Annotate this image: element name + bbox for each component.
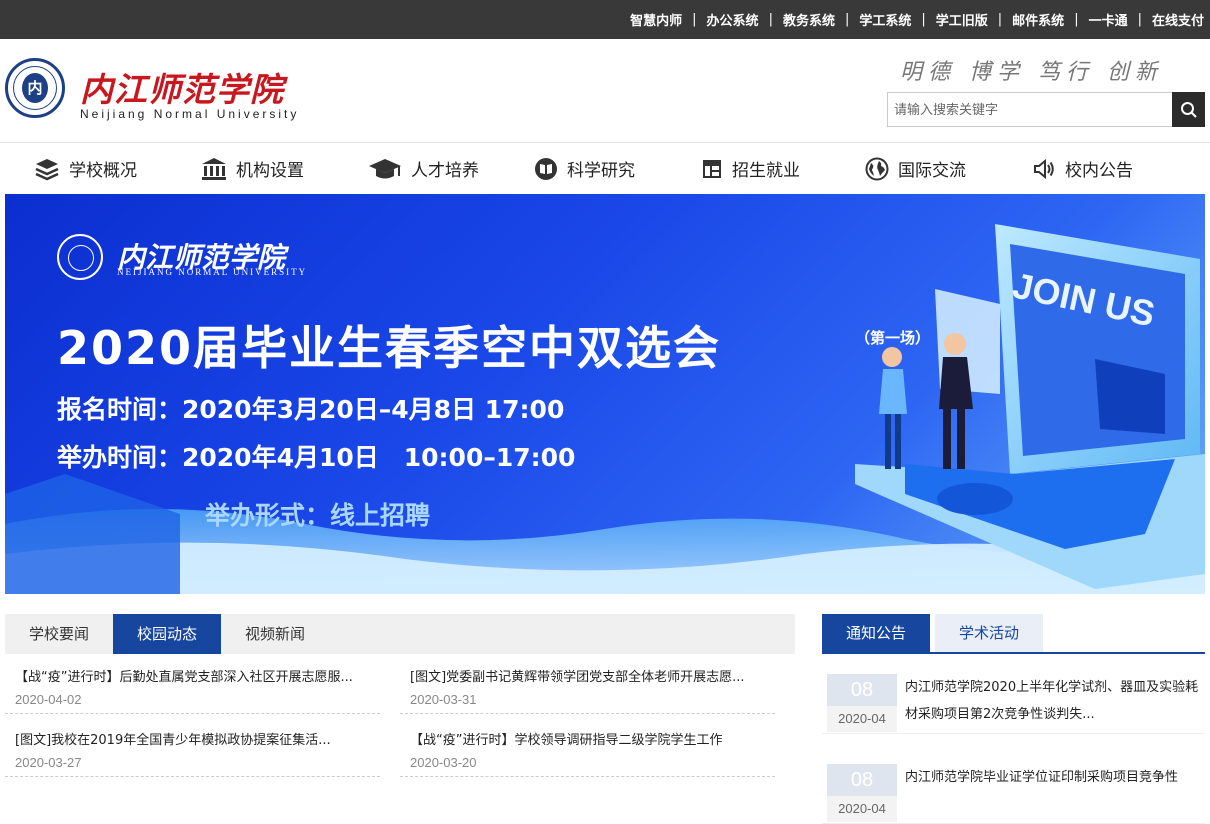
separator: | [692,12,697,27]
table-icon [703,159,721,178]
banner-logo-en: NEIJIANG NORMAL UNIVERSITY [117,267,308,277]
nav-item-announcements[interactable]: 校内公告 [1032,143,1133,194]
news-title[interactable]: [图文]党委副书记黄辉带领学团党支部全体老师开展志愿... [410,666,775,685]
nav-label: 国际交流 [898,161,966,181]
notice-date-box: 08 2020-04 [827,764,897,824]
notice-section: 通知公告 学术活动 08 2020-04 内江师范学院2020上半年化学试剂、器… [822,614,1205,824]
nav-label: 学校概况 [69,161,137,181]
notice-date-box: 08 2020-04 [827,674,897,734]
banner-session: （第一场） [855,329,931,347]
nav-item-about[interactable]: 学校概况 [34,143,137,194]
globe-icon [865,157,889,180]
book-icon [535,157,557,180]
separator: | [1074,12,1079,27]
notice-tabbar: 通知公告 学术活动 [822,614,1205,654]
university-name-cn[interactable]: 内江师范学院 [80,63,284,111]
link-mail-system[interactable]: 邮件系统 [1012,10,1064,29]
notice-item[interactable]: 08 2020-04 内江师范学院2020上半年化学试剂、器皿及实验耗材采购项目… [822,654,1205,734]
notice-year-month: 2020-04 [827,796,897,822]
tab-video-news[interactable]: 视频新闻 [221,614,329,654]
search-input[interactable] [888,93,1173,126]
news-section: 学校要闻 校园动态 视频新闻 【战“疫”进行时】后勤处直属党支部深入社区开展志愿… [5,614,795,777]
news-item[interactable]: 【战“疫”进行时】学校领导调研指导二级学院学生工作 2020-03-20 [400,717,775,777]
tab-notices[interactable]: 通知公告 [822,614,931,652]
nav-label: 校内公告 [1065,161,1133,181]
news-item[interactable]: [图文]党委副书记黄辉带领学团党支部全体老师开展志愿... 2020-03-31 [400,654,775,714]
utility-links: 智慧内师 | 办公系统 | 教务系统 | 学工系统 | 学工旧版 | 邮件系统 | 一卡通 |… [630,0,1204,39]
seal-core: 内 [22,73,48,103]
link-online-payment[interactable]: 在线支付 [1152,10,1204,29]
nav-item-admissions[interactable]: 招生就业 [701,143,800,194]
nav-label: 科学研究 [567,161,635,181]
separator: | [921,12,926,27]
news-title[interactable]: 【战“疫”进行时】后勤处直属党支部深入社区开展志愿服... [15,666,380,685]
university-name-en: Neijiang Normal University [80,107,300,121]
main-nav: 学校概况 机构设置 人才培养 科学研究 招生就业 国际交流 校内公告 [0,143,1210,194]
search-button[interactable] [1172,92,1205,127]
search-box [887,92,1205,127]
news-tabbar: 学校要闻 校园动态 视频新闻 [5,614,795,654]
notice-title[interactable]: 内江师范学院毕业证学位证印制采购项目竞争性 [905,764,1205,791]
banner-registration-time: 报名时间：2020年3月20日–4月8日 17:00 [57,395,565,424]
layers-icon [35,158,59,180]
nav-item-organization[interactable]: 机构设置 [201,143,304,194]
separator: | [997,12,1003,27]
news-date: 2020-04-02 [15,692,82,707]
news-item[interactable]: [图文]我校在2019年全国青少年模拟政协提案征集活... 2020-03-27 [5,717,380,777]
hero-banner[interactable]: JOIN US 内江师范学院 NEIJIANG NORMAL UNIVERSIT… [5,194,1205,594]
news-title[interactable]: 【战“疫”进行时】学校领导调研指导二级学院学生工作 [410,729,775,748]
graduation-cap-icon [369,158,401,178]
university-seal-logo[interactable]: 内 [5,58,65,118]
notice-title[interactable]: 内江师范学院2020上半年化学试剂、器皿及实验耗材采购项目第2次竞争性谈判失..… [905,674,1205,728]
banner-seal-logo [57,234,103,280]
building-icon [202,157,226,180]
link-academic-system[interactable]: 教务系统 [783,10,835,29]
nav-item-education[interactable]: 人才培养 [368,143,479,194]
tab-campus-news[interactable]: 校园动态 [113,614,222,654]
separator: | [1137,12,1142,27]
news-item[interactable]: 【战“疫”进行时】后勤处直属党支部深入社区开展志愿服... 2020-04-02 [5,654,380,714]
speaker-icon [1034,158,1054,179]
nav-label: 机构设置 [236,161,304,181]
banner-title: 2020届毕业生春季空中双选会 [57,321,722,375]
separator: | [768,12,773,27]
nav-label: 人才培养 [411,161,479,181]
separator: | [844,12,850,27]
nav-item-international[interactable]: 国际交流 [865,143,966,194]
news-date: 2020-03-31 [410,692,477,707]
notice-day: 08 [827,764,897,796]
notice-year-month: 2020-04 [827,706,897,732]
link-office-system[interactable]: 办公系统 [707,10,759,29]
banner-event-time: 举办时间：2020年4月10日 10:00–17:00 [57,443,576,472]
notice-day: 08 [827,674,897,706]
notice-item[interactable]: 08 2020-04 内江师范学院毕业证学位证印制采购项目竞争性 [822,744,1205,824]
link-campus-card[interactable]: 一卡通 [1089,10,1128,29]
tab-school-news[interactable]: 学校要闻 [5,614,113,654]
link-student-affairs-old[interactable]: 学工旧版 [936,10,988,29]
tab-academic-events[interactable]: 学术活动 [935,614,1044,652]
link-student-affairs-system[interactable]: 学工系统 [859,10,911,29]
search-icon [1180,101,1197,118]
news-date: 2020-03-27 [15,755,82,770]
university-motto: 明德 博学 笃行 创新 [900,60,1163,85]
site-header: 内 内江师范学院 Neijiang Normal University 明德 博… [0,39,1210,143]
nav-label: 招生就业 [732,161,800,181]
nav-item-research[interactable]: 科学研究 [534,143,635,194]
news-date: 2020-03-20 [410,755,477,770]
banner-event-format: 举办形式：线上招聘 [205,501,431,530]
top-utility-bar: 智慧内师 | 办公系统 | 教务系统 | 学工系统 | 学工旧版 | 邮件系统 | 一卡通 |… [0,0,1210,39]
news-title[interactable]: [图文]我校在2019年全国青少年模拟政协提案征集活... [15,729,380,748]
link-smart-portal[interactable]: 智慧内师 [630,10,682,29]
